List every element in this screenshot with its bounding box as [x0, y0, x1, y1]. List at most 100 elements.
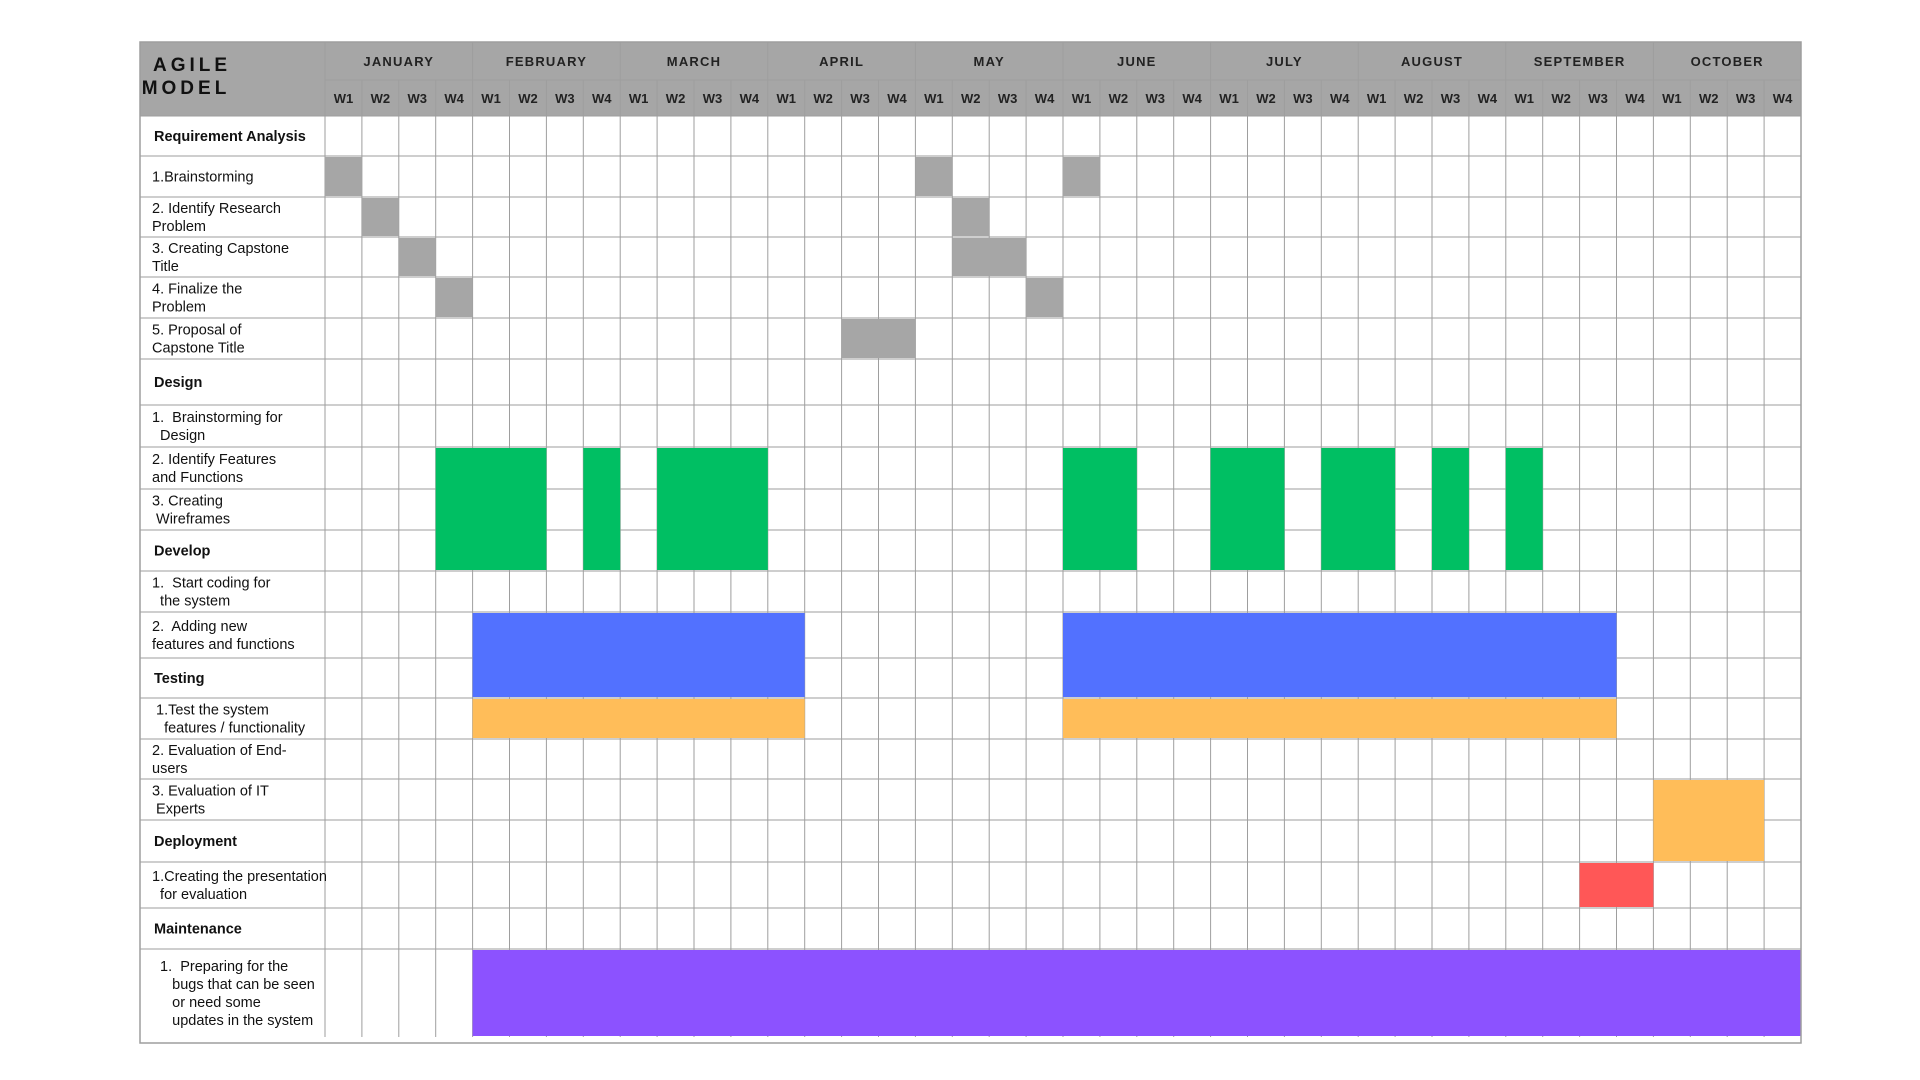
month-label: AUGUST [1401, 54, 1463, 69]
week-label: W4 [740, 91, 760, 106]
task-label-line: 5. Proposal of [152, 323, 242, 339]
section-label: Maintenance [154, 922, 242, 938]
week-label: W3 [703, 91, 723, 106]
week-label: W1 [1515, 91, 1535, 106]
task-bar [1210, 448, 1285, 570]
task-label-line: Design [152, 428, 205, 444]
week-label: W2 [1109, 91, 1129, 106]
section-label: Develop [154, 544, 211, 560]
task-bar [1063, 448, 1137, 570]
task-label-line: 2. Identify Features [152, 452, 276, 468]
week-label: W2 [813, 91, 833, 106]
task-label-line: 3. Creating [152, 494, 223, 510]
week-label: W1 [481, 91, 501, 106]
task-label-line: Capstone Title [152, 341, 245, 357]
task-bar [435, 278, 473, 317]
task-bar [1579, 863, 1654, 907]
month-label: JULY [1266, 54, 1303, 69]
month-label: MARCH [667, 54, 721, 69]
task-label: 1.Brainstorming [152, 170, 254, 186]
week-label: W1 [924, 91, 944, 106]
task-bar [1432, 448, 1469, 570]
task-label-line: features / functionality [152, 721, 306, 737]
task-label-line: 1. Brainstorming for [152, 410, 283, 426]
week-label: W2 [1404, 91, 1424, 106]
week-label: W1 [1219, 91, 1239, 106]
task-bar [583, 448, 621, 570]
task-bar [361, 198, 399, 236]
month-label: JUNE [1117, 54, 1156, 69]
task-label-line: users [152, 761, 187, 777]
chart-title-line-1: AGILE [153, 55, 231, 76]
week-label: W2 [518, 91, 538, 106]
chart-title-line-2: MODEL [142, 78, 231, 99]
task-label-line: for evaluation [152, 887, 247, 903]
week-label: W3 [998, 91, 1018, 106]
month-label: APRIL [819, 54, 864, 69]
section-label: Testing [154, 671, 204, 687]
week-label: W4 [1330, 91, 1350, 106]
task-bar [398, 238, 436, 276]
task-label-line: 3. Evaluation of IT [152, 784, 269, 800]
week-label: W1 [629, 91, 649, 106]
week-label: W1 [334, 91, 354, 106]
task-bar [472, 950, 1802, 1036]
week-label: W2 [961, 91, 981, 106]
task-label-line: the system [152, 594, 230, 610]
week-label: W4 [444, 91, 464, 106]
task-bar [841, 319, 916, 358]
week-label: W2 [371, 91, 391, 106]
task-label-line: 2. Adding new [152, 619, 248, 635]
chart-background [0, 0, 1920, 1080]
task-bar [1026, 278, 1063, 317]
week-label: W2 [1551, 91, 1571, 106]
task-label-line: 1.Test the system [152, 703, 269, 719]
task-bar [657, 448, 768, 570]
month-label: OCTOBER [1691, 54, 1764, 69]
task-bar [435, 448, 547, 570]
week-label: W3 [1588, 91, 1608, 106]
task-label-line: 4. Finalize the [152, 282, 242, 298]
week-label: W3 [1293, 91, 1313, 106]
task-label-line: 1. Preparing for the [152, 959, 288, 975]
week-label: W1 [1367, 91, 1387, 106]
week-label: W4 [1035, 91, 1055, 106]
task-label-line: Experts [152, 802, 205, 818]
section-label: Design [154, 375, 202, 391]
task-label-line: 2. Evaluation of End- [152, 743, 287, 759]
task-bar [952, 198, 990, 236]
task-bar [1063, 699, 1617, 738]
week-label: W2 [666, 91, 686, 106]
month-label: JANUARY [363, 54, 434, 69]
task-bar [472, 699, 805, 738]
task-label-line: Wireframes [152, 512, 230, 528]
week-label: W2 [1256, 91, 1276, 106]
task-label-line: 3. Creating Capstone [152, 241, 289, 257]
task-label-line: features and functions [152, 637, 295, 653]
week-label: W1 [1662, 91, 1682, 106]
task-bar [1063, 613, 1617, 697]
task-label-line: Problem [152, 219, 206, 235]
week-label: W3 [555, 91, 575, 106]
task-label-line: and Functions [152, 470, 243, 486]
week-label: W3 [408, 91, 428, 106]
task-label-line: Title [152, 259, 179, 275]
month-label: FEBRUARY [506, 54, 587, 69]
task-label-line: updates in the system [152, 1013, 313, 1029]
task-bar [1063, 157, 1100, 196]
task-bar [1653, 780, 1765, 861]
week-label: W3 [1441, 91, 1461, 106]
task-label-line: Problem [152, 300, 206, 316]
week-label: W4 [1773, 91, 1793, 106]
task-label-line: or need some [152, 995, 261, 1011]
week-label: W4 [1625, 91, 1645, 106]
gantt-chart: AGILE MODEL JANUARY FEBRUARY MARCH APRIL MAY J… [0, 0, 1920, 1080]
week-label: W1 [1072, 91, 1092, 106]
task-bar [1505, 448, 1543, 570]
task-bar [1321, 448, 1396, 570]
task-bar [915, 157, 953, 196]
week-label: W3 [1736, 91, 1756, 106]
month-label: SEPTEMBER [1534, 54, 1626, 69]
week-label: W4 [592, 91, 612, 106]
task-label-line: 1.Brainstorming [152, 170, 254, 186]
